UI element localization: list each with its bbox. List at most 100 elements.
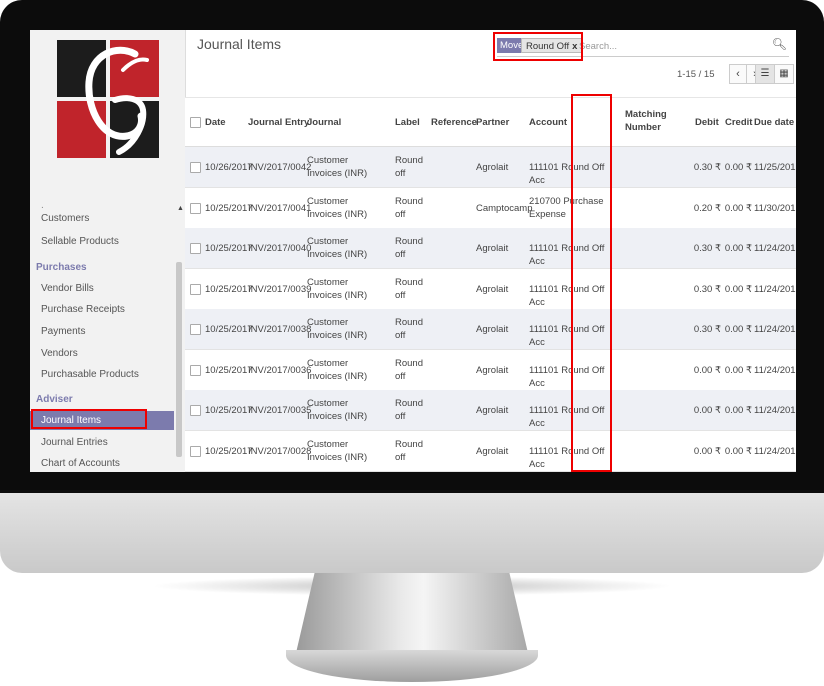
sidebar-item-chart-of-accounts[interactable]: Chart of Accounts — [41, 458, 120, 469]
sidebar-heading-adviser: Adviser — [36, 394, 73, 405]
cell-partner: Agrolait — [476, 162, 509, 173]
column-header-journal[interactable]: Journal — [307, 116, 341, 129]
cell-debit: 0.00 ₹ — [693, 364, 721, 376]
cell-journal: Customer Invoices (INR) — [307, 438, 368, 463]
cell-label: Round off — [395, 236, 423, 260]
table-header: Date Journal Entry Journal Label Referen… — [185, 98, 796, 148]
sidebar-item-purchasable-products[interactable]: Purchasable Products — [41, 369, 139, 380]
list-view-icon[interactable]: ☰ — [755, 64, 775, 84]
cell-credit: 0.00 ₹ — [724, 162, 752, 173]
table-row[interactable]: 10/25/2017 INV/2017/0038 Customer Invoices… — [185, 309, 796, 350]
row-checkbox[interactable] — [190, 445, 201, 457]
cell-credit: 0.00 ₹ — [724, 202, 752, 214]
cell-due-date: 11/25/2017 — [754, 162, 796, 173]
highlight-box-label-column — [571, 94, 612, 472]
cell-label: Round off — [395, 276, 423, 301]
row-checkbox[interactable] — [190, 162, 201, 173]
cell-partner: Agrolait — [476, 405, 509, 416]
column-header-due-date[interactable]: Due date — [754, 116, 794, 129]
sidebar-item-vendors[interactable]: Vendors — [41, 348, 78, 359]
sidebar: ▲ . Customers Sellable Products Purchase… — [30, 30, 186, 472]
sidebar-item-purchase-receipts[interactable]: Purchase Receipts — [41, 304, 125, 315]
highlight-box-search-facet — [493, 32, 583, 61]
cell-due-date: 11/24/2017 — [754, 283, 796, 295]
scroll-up-arrow-icon[interactable]: ▲ — [177, 205, 184, 212]
column-header-debit[interactable]: Debit — [695, 116, 719, 129]
table-row[interactable]: 10/25/2017 INV/2017/0036 Customer Invoices… — [185, 349, 796, 391]
sidebar-heading-purchases: Purchases — [36, 262, 87, 273]
screen: ▲ . Customers Sellable Products Purchase… — [30, 30, 796, 472]
row-checkbox[interactable] — [190, 324, 201, 335]
column-header-partner[interactable]: Partner — [476, 116, 509, 129]
cell-journal: Customer Invoices (INR) — [307, 398, 368, 422]
table-row[interactable]: 10/25/2017 INV/2017/0035 Customer Invoices… — [185, 390, 796, 431]
cell-label: Round off — [395, 195, 423, 220]
cell-partner: Agrolait — [476, 364, 509, 376]
row-checkbox[interactable] — [190, 283, 201, 295]
sidebar-item-journal-entries[interactable]: Journal Entries — [41, 437, 108, 448]
cell-credit: 0.00 ₹ — [724, 445, 752, 457]
cell-journal-entry: INV/2017/0036 — [248, 364, 312, 376]
search-input[interactable] — [579, 38, 759, 54]
cell-journal-entry: INV/2017/0040 — [248, 243, 312, 254]
column-header-account[interactable]: Account — [529, 116, 567, 129]
cell-credit: 0.00 ₹ — [724, 324, 752, 335]
column-header-reference[interactable]: Reference — [431, 116, 477, 129]
sidebar-item-sellable-products[interactable]: Sellable Products — [41, 236, 119, 247]
cell-credit: 0.00 ₹ — [724, 405, 752, 416]
cell-label: Round off — [395, 317, 423, 341]
cell-date: 10/25/2017 — [205, 324, 253, 335]
highlight-box-journal-items — [31, 409, 147, 429]
main-content: Journal Items Move Round Offx 🔍︎ 1-15 / … — [185, 30, 796, 472]
cell-due-date: 11/24/2017 — [754, 405, 796, 416]
row-checkbox[interactable] — [190, 202, 201, 214]
journal-items-table: Date Journal Entry Journal Label Referen… — [185, 97, 796, 472]
cell-partner: Agrolait — [476, 243, 509, 254]
sidebar-scrollbar[interactable] — [176, 262, 182, 457]
table-row[interactable]: 10/25/2017 INV/2017/0039 Customer Invoices… — [185, 268, 796, 310]
table-row[interactable]: 10/25/2017 INV/2017/0028 Customer Invoices… — [185, 430, 796, 472]
cell-due-date: 11/24/2017 — [754, 243, 796, 254]
cell-journal: Customer Invoices (INR) — [307, 357, 368, 382]
cell-journal-entry: INV/2017/0038 — [248, 324, 312, 335]
table-row[interactable]: 10/26/2017 INV/2017/0042 Customer Invoices… — [185, 147, 796, 188]
cell-date: 10/25/2017 — [205, 283, 253, 295]
table-row[interactable]: 10/25/2017 INV/2017/0041 Customer Invoices… — [185, 187, 796, 229]
cell-debit: 0.00 ₹ — [693, 405, 721, 416]
cell-label: Round off — [395, 438, 423, 463]
row-checkbox[interactable] — [190, 405, 201, 416]
monitor-stand-foot — [286, 650, 538, 682]
sidebar-item-customers[interactable]: Customers — [41, 213, 89, 224]
cell-debit: 0.30 ₹ — [693, 283, 721, 295]
column-header-credit[interactable]: Credit — [725, 116, 752, 129]
cell-debit: 0.30 ₹ — [693, 324, 721, 335]
cell-date: 10/25/2017 — [205, 445, 253, 457]
cell-journal-entry: INV/2017/0042 — [248, 162, 312, 173]
cell-date: 10/26/2017 — [205, 162, 253, 173]
cell-due-date: 11/24/2017 — [754, 364, 796, 376]
search-icon[interactable]: 🔍︎ — [772, 37, 787, 51]
cell-partner: Agrolait — [476, 324, 509, 335]
grid-view-icon[interactable]: ▦ — [774, 64, 794, 84]
row-checkbox[interactable] — [190, 243, 201, 254]
cell-credit: 0.00 ₹ — [724, 364, 752, 376]
column-header-matching-number[interactable]: Matching Number — [625, 108, 685, 134]
column-header-journal-entry[interactable]: Journal Entry — [248, 116, 309, 129]
cell-date: 10/25/2017 — [205, 364, 253, 376]
cell-label: Round off — [395, 398, 423, 422]
cell-debit: 0.20 ₹ — [693, 202, 721, 214]
cell-label: Round off — [395, 357, 423, 382]
cell-journal-entry: INV/2017/0035 — [248, 405, 312, 416]
cell-journal-entry: INV/2017/0028 — [248, 445, 312, 457]
select-all-checkbox[interactable] — [190, 117, 201, 128]
cell-journal-entry: INV/2017/0041 — [248, 202, 312, 214]
column-header-label[interactable]: Label — [395, 116, 420, 129]
cell-debit: 0.30 ₹ — [693, 162, 721, 173]
sidebar-item-vendor-bills[interactable]: Vendor Bills — [41, 283, 94, 294]
pager-previous-button[interactable]: ‹ — [729, 64, 747, 84]
column-header-date[interactable]: Date — [205, 116, 226, 129]
row-checkbox[interactable] — [190, 364, 201, 376]
table-row[interactable]: 10/25/2017 INV/2017/0040 Customer Invoices… — [185, 228, 796, 269]
cell-journal: Customer Invoices (INR) — [307, 236, 368, 260]
sidebar-item-payments[interactable]: Payments — [41, 326, 85, 337]
